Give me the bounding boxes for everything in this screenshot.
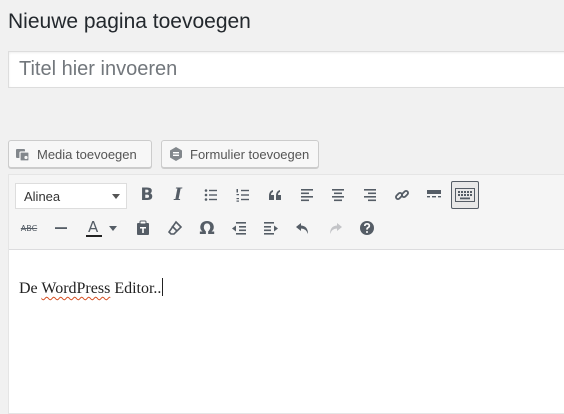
blockquote-icon bbox=[269, 190, 281, 200]
italic-icon: I bbox=[174, 185, 182, 205]
title-input[interactable] bbox=[8, 51, 564, 88]
read-more-button[interactable] bbox=[420, 181, 448, 209]
horizontal-line-icon bbox=[55, 227, 67, 229]
paste-text-icon bbox=[137, 220, 149, 235]
editor-toolbar: Alinea B I ABC A Ω bbox=[9, 175, 564, 250]
text-color-button[interactable]: A bbox=[77, 214, 121, 242]
chevron-down-icon bbox=[109, 226, 117, 231]
indent-button[interactable] bbox=[257, 214, 285, 242]
redo-icon bbox=[330, 223, 342, 234]
align-right-icon bbox=[364, 189, 376, 202]
clear-formatting-icon bbox=[167, 220, 183, 235]
special-character-button[interactable]: Ω bbox=[193, 214, 221, 242]
paste-text-button[interactable] bbox=[129, 214, 157, 242]
add-media-label: Media toevoegen bbox=[37, 146, 137, 162]
align-left-icon bbox=[301, 189, 313, 202]
outdent-icon bbox=[232, 222, 246, 235]
text-color-letter: A bbox=[88, 218, 99, 236]
text-color-icon: A bbox=[86, 218, 102, 238]
blockquote-button[interactable] bbox=[261, 181, 289, 209]
link-button[interactable] bbox=[388, 181, 416, 209]
help-icon bbox=[360, 221, 374, 235]
align-center-button[interactable] bbox=[324, 181, 352, 209]
align-right-button[interactable] bbox=[356, 181, 384, 209]
chevron-down-icon bbox=[112, 194, 120, 199]
format-select-value: Alinea bbox=[24, 188, 61, 204]
align-left-button[interactable] bbox=[293, 181, 321, 209]
numbered-list-button[interactable] bbox=[229, 181, 257, 209]
add-media-button[interactable]: Media toevoegen bbox=[8, 140, 152, 168]
bold-button[interactable]: B bbox=[133, 181, 161, 209]
misspelled-word: WordPress bbox=[41, 280, 111, 297]
editor-content[interactable]: De WordPress Editor.. bbox=[19, 278, 164, 298]
indent-icon bbox=[264, 222, 278, 235]
text-cursor bbox=[162, 278, 164, 296]
content-text-start: De bbox=[19, 280, 42, 297]
italic-button[interactable]: I bbox=[164, 181, 192, 209]
format-select[interactable]: Alinea bbox=[15, 183, 127, 209]
editor: Alinea B I ABC A Ω De WordPress Editor.. bbox=[8, 174, 564, 414]
bullet-list-button[interactable] bbox=[197, 181, 225, 209]
toolbar-row-2: ABC A Ω bbox=[9, 214, 564, 244]
media-icon bbox=[15, 146, 31, 162]
redo-button[interactable] bbox=[321, 214, 349, 242]
bullet-list-icon bbox=[204, 189, 217, 201]
clear-formatting-button[interactable] bbox=[161, 214, 189, 242]
text-color-bar bbox=[86, 235, 102, 237]
undo-button[interactable] bbox=[289, 214, 317, 242]
bold-icon: B bbox=[140, 185, 154, 205]
align-center-icon bbox=[332, 189, 344, 202]
add-form-button[interactable]: Formulier toevoegen bbox=[161, 140, 319, 168]
add-form-label: Formulier toevoegen bbox=[190, 146, 310, 162]
read-more-icon bbox=[427, 190, 441, 198]
toolbar-row-1: Alinea B I bbox=[9, 181, 564, 211]
help-button[interactable] bbox=[353, 214, 381, 242]
link-icon bbox=[395, 190, 409, 200]
strikethrough-icon: ABC bbox=[20, 223, 38, 233]
content-text-end: Editor.. bbox=[110, 280, 162, 297]
form-icon bbox=[168, 146, 184, 162]
undo-icon bbox=[296, 223, 308, 234]
special-character-icon: Ω bbox=[199, 217, 215, 239]
horizontal-line-button[interactable] bbox=[47, 214, 75, 242]
page-title: Nieuwe pagina toevoegen bbox=[8, 10, 251, 33]
outdent-button[interactable] bbox=[225, 214, 253, 242]
toolbar-toggle-button[interactable] bbox=[451, 181, 479, 209]
strikethrough-button[interactable]: ABC bbox=[15, 214, 43, 242]
toolbar-toggle-icon bbox=[455, 188, 475, 202]
numbered-list-icon bbox=[236, 189, 249, 202]
